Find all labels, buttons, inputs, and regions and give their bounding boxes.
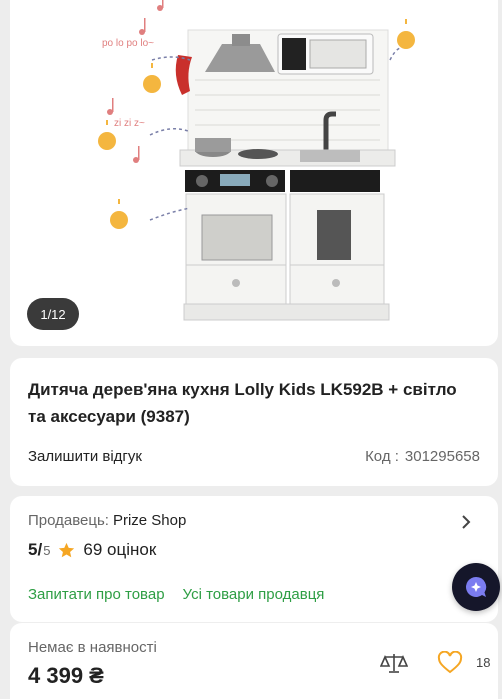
availability-status: Немає в наявності bbox=[28, 639, 157, 656]
product-info-card: Дитяча дерев'яна кухня Lolly Kids LK592B… bbox=[10, 358, 498, 486]
rating-max: 5 bbox=[43, 542, 51, 558]
product-code-label: Код : bbox=[365, 448, 399, 465]
sound-annotation-1: po lo po lo~ bbox=[102, 38, 154, 49]
seller-links: Запитати про товар Усі товари продавця bbox=[28, 586, 324, 603]
seller-link[interactable]: Продавець: Prize Shop bbox=[28, 512, 186, 529]
product-gallery[interactable]: po lo po lo~ zi zi z~ 1/12 bbox=[10, 0, 498, 346]
seller-name: Prize Shop bbox=[112, 512, 187, 529]
purchase-bar: Немає в наявності 4 399 ₴ 18 bbox=[10, 622, 498, 699]
chevron-right-icon[interactable] bbox=[456, 512, 476, 532]
chat-assistant-icon bbox=[466, 576, 487, 597]
seller-card: Продавець: Prize Shop 5/5 69 оцінок Запит… bbox=[10, 496, 498, 622]
heart-icon[interactable] bbox=[437, 651, 463, 675]
ask-about-product-link[interactable]: Запитати про товар bbox=[28, 586, 165, 603]
seller-label: Продавець: bbox=[28, 512, 109, 529]
chat-assistant-button[interactable] bbox=[452, 563, 500, 611]
compare-scales-icon[interactable] bbox=[380, 651, 408, 675]
ratings-count: 69 оцінок bbox=[83, 540, 157, 559]
product-code-value: 301295658 bbox=[404, 448, 480, 465]
all-seller-products-link[interactable]: Усі товари продавця bbox=[183, 586, 325, 603]
star-icon bbox=[59, 542, 75, 557]
product-photo bbox=[98, 0, 415, 321]
product-price: 4 399 ₴ bbox=[28, 663, 104, 688]
seller-rating: 5/5 69 оцінок bbox=[28, 540, 156, 560]
product-title: Дитяча дерев'яна кухня Lolly Kids LK592B… bbox=[28, 380, 457, 426]
sound-annotation-2: zi zi z~ bbox=[114, 118, 145, 129]
favorites-count: 18 bbox=[476, 655, 491, 670]
product-image-card: po lo po lo~ zi zi z~ 1/12 bbox=[10, 0, 498, 346]
rating-value: 5/ bbox=[28, 540, 43, 559]
product-code: Код : 301295658 bbox=[365, 448, 480, 465]
gallery-counter: 1/12 bbox=[27, 298, 79, 330]
leave-review-link[interactable]: Залишити відгук bbox=[28, 448, 142, 465]
